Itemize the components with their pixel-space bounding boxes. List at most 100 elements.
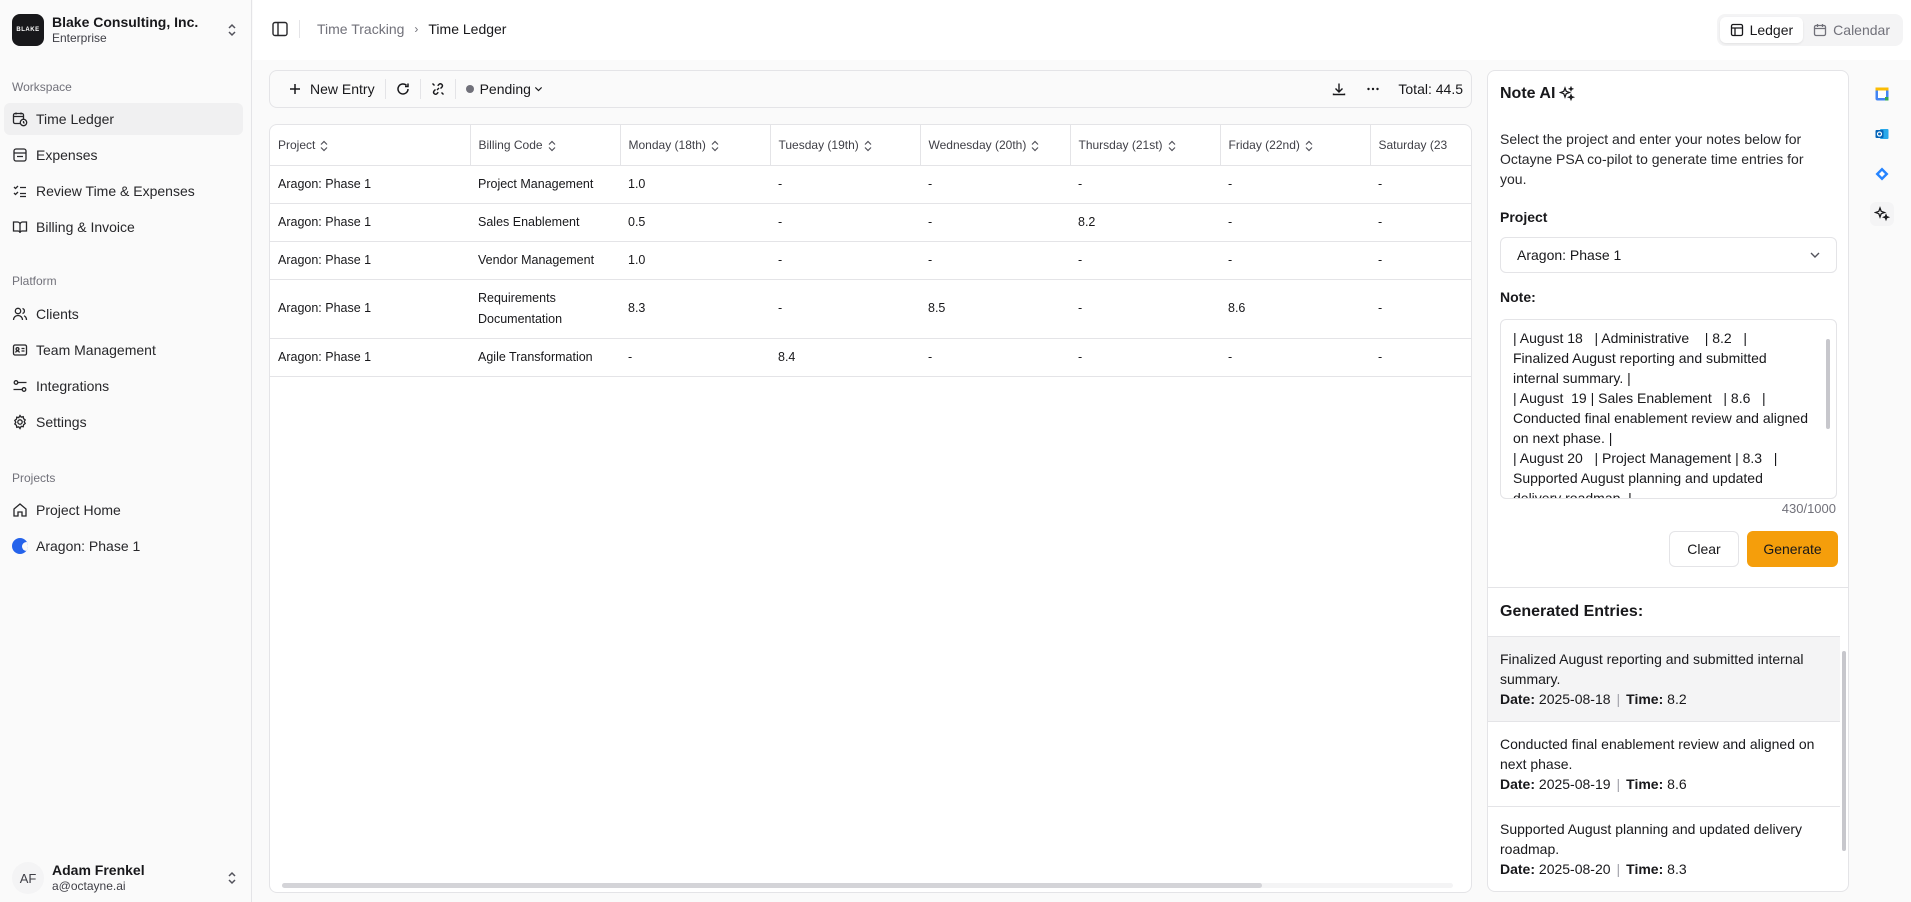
table-row[interactable]: Aragon: Phase 1 Vendor Management 1.0- - - - - (270, 241, 1471, 280)
tab-calendar[interactable]: Calendar (1803, 17, 1900, 43)
rail-calendar-app[interactable] (1870, 82, 1894, 106)
table-row[interactable]: Aragon: Phase 1 Project Management 1.0- - - -… (270, 165, 1471, 204)
sidebar-item-integrations[interactable]: Integrations (4, 370, 243, 402)
org-switcher[interactable]: BLAKE Blake Consulting, Inc. Enterprise (12, 12, 240, 48)
rail-outlook-app[interactable] (1870, 122, 1894, 146)
more-options-button[interactable] (1356, 75, 1390, 103)
column-header-billing-code[interactable]: Billing Code (470, 125, 621, 166)
table-row[interactable]: Aragon: Phase 1 Agile Transformation -8.4-… (270, 338, 1471, 377)
sidebar-item-label: Integrations (36, 378, 110, 394)
chevron-up-down-icon (228, 23, 236, 37)
breadcrumb-time-tracking[interactable]: Time Tracking (317, 21, 404, 37)
sidebar-item-billing[interactable]: Billing & Invoice (4, 211, 243, 243)
sidebar-item-label: Billing & Invoice (36, 219, 135, 235)
sidebar-toggle-icon[interactable] (271, 20, 289, 38)
home-icon (13, 503, 27, 517)
jira-icon (1875, 167, 1889, 181)
column-header-monday[interactable]: Monday (18th) (620, 125, 771, 166)
char-count: 430/1000 (1781, 501, 1836, 516)
more-horizontal-icon (1367, 87, 1380, 91)
note-textarea[interactable]: | August 18 | Administrative | 8.2 | Fin… (1500, 319, 1837, 499)
sidebar-item-label: Expenses (36, 147, 98, 163)
generate-button[interactable]: Generate (1747, 531, 1838, 567)
sort-icon (711, 140, 719, 151)
chevron-down-icon (534, 87, 543, 92)
column-header-tuesday[interactable]: Tuesday (19th) (770, 125, 921, 166)
sparkles-icon (1559, 86, 1576, 102)
section-label-workspace: Workspace (12, 80, 72, 94)
tab-ledger[interactable]: Ledger (1719, 17, 1804, 43)
project-logo-icon (12, 538, 28, 554)
list-item[interactable]: Conducted final enablement review and al… (1488, 722, 1840, 807)
user-email: a@octayne.ai (52, 879, 126, 893)
user-menu[interactable]: AF Adam Frenkel a@octayne.ai (12, 860, 240, 896)
chevron-up-down-icon (228, 871, 236, 885)
clear-button[interactable]: Clear (1669, 531, 1739, 567)
sidebar-item-project-home[interactable]: Project Home (4, 494, 243, 526)
breadcrumb: Time Tracking › Time Ledger (317, 21, 506, 37)
chevron-down-icon (1810, 252, 1820, 258)
checklist-icon (13, 185, 26, 198)
refresh-icon (396, 83, 409, 95)
sort-icon (864, 140, 872, 151)
entries-scrollbar[interactable] (1842, 651, 1846, 851)
sidebar-item-team-management[interactable]: Team Management (4, 334, 243, 366)
sidebar-item-label: Settings (36, 414, 87, 430)
list-item[interactable]: Finalized August reporting and submitted… (1488, 637, 1840, 722)
section-label-projects: Projects (12, 471, 56, 485)
sidebar-item-time-ledger[interactable]: Time Ledger (4, 103, 243, 135)
sort-icon (1168, 140, 1175, 151)
status-dot (465, 85, 474, 93)
column-header-friday[interactable]: Friday (22nd) (1220, 125, 1371, 166)
table-row[interactable]: Aragon: Phase 1 Requirements Documentatio… (270, 279, 1471, 339)
note-scrollbar[interactable] (1826, 339, 1830, 429)
sidebar-item-aragon-phase-1[interactable]: Aragon: Phase 1 (4, 530, 243, 562)
column-header-thursday[interactable]: Thursday (21st) (1070, 125, 1221, 166)
unlink-button[interactable] (421, 75, 455, 103)
clock-calendar-icon (12, 112, 28, 127)
sparkles-icon (1874, 206, 1890, 222)
status-filter[interactable]: Pending (456, 75, 554, 103)
refresh-button[interactable] (386, 75, 420, 103)
new-entry-button[interactable]: New Entry (270, 75, 385, 103)
sidebar-item-review[interactable]: Review Time & Expenses (4, 175, 243, 207)
breadcrumb-time-ledger: Time Ledger (428, 21, 507, 37)
project-label: Project (1500, 209, 1548, 225)
column-header-project[interactable]: Project (270, 125, 471, 166)
horizontal-scrollbar[interactable] (282, 883, 1453, 888)
sidebar-item-clients[interactable]: Clients (4, 298, 243, 330)
column-header-wednesday[interactable]: Wednesday (20th) (920, 125, 1071, 166)
sidebar-item-label: Project Home (36, 502, 121, 518)
rail-jira-app[interactable] (1870, 162, 1894, 186)
sidebar-item-expenses[interactable]: Expenses (4, 139, 243, 171)
generated-entries-title: Generated Entries: (1500, 603, 1644, 620)
google-calendar-icon (1875, 87, 1889, 101)
column-header-saturday[interactable]: Saturday (23 (1370, 125, 1471, 166)
calendar-icon (1814, 24, 1827, 37)
rail-note-ai[interactable] (1870, 202, 1894, 226)
note-ai-panel: Note AI Select the project and enter you… (1487, 70, 1849, 892)
sidebar-item-label: Clients (36, 306, 79, 322)
org-plan: Enterprise (52, 31, 107, 45)
project-select[interactable]: Aragon: Phase 1 (1500, 237, 1837, 273)
download-button[interactable] (1322, 75, 1356, 103)
avatar: AF (12, 862, 44, 894)
view-switch: Ledger Calendar (1716, 14, 1903, 46)
list-item[interactable]: Supported August planning and updated de… (1488, 807, 1840, 886)
scrollbar-thumb[interactable] (282, 883, 1262, 888)
download-icon (1333, 83, 1346, 96)
users-icon (12, 307, 28, 321)
panel-description: Select the project and enter your notes … (1500, 131, 1804, 187)
sidebar-item-settings[interactable]: Settings (4, 406, 243, 438)
sidebar-item-label: Aragon: Phase 1 (36, 538, 141, 554)
sort-icon (1031, 140, 1039, 151)
total-hours: Total: 44.5 (1398, 81, 1463, 97)
table-row[interactable]: Aragon: Phase 1 Sales Enablement 0.5- -8.2-… (270, 203, 1471, 242)
sidebar-item-label: Time Ledger (36, 111, 115, 127)
generated-entries-list: Finalized August reporting and submitted… (1488, 636, 1840, 886)
sort-icon (320, 140, 328, 151)
sidebar-item-label: Team Management (36, 342, 156, 358)
receipt-icon (13, 148, 27, 162)
plus-icon (290, 84, 300, 94)
sidebar: BLAKE Blake Consulting, Inc. Enterprise … (0, 0, 252, 902)
